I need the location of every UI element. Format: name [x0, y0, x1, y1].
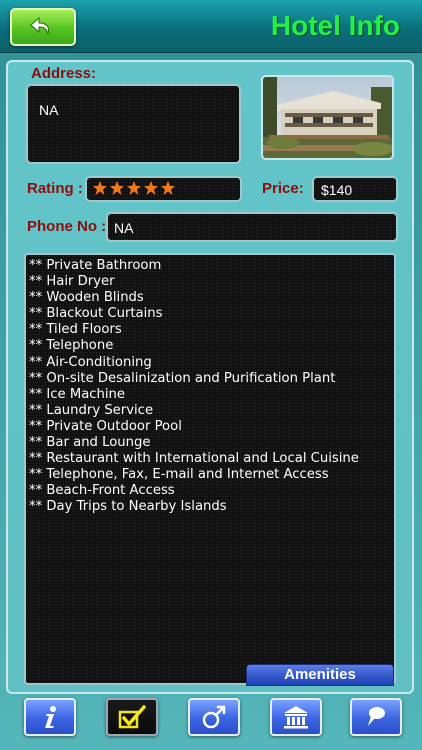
phone-value: NA [114, 220, 134, 236]
address-field: NA [26, 84, 241, 164]
list-item: ** Telephone, Fax, E-mail and Internet A… [29, 467, 329, 483]
tab-amenities[interactable] [106, 698, 158, 736]
phone-label: Phone No : [27, 218, 107, 235]
list-item: ** Tiled Floors [29, 322, 122, 338]
hotel-building-image [263, 77, 392, 158]
hotel-photo[interactable] [261, 75, 394, 160]
list-item: ** Beach-Front Access [29, 483, 175, 499]
list-item: ** Laundry Service [29, 402, 154, 418]
pushpin-icon [368, 707, 385, 726]
rating-stars [92, 180, 176, 196]
list-item: ** Hair Dryer [29, 274, 115, 290]
star-icon [144, 181, 158, 195]
star-icon [93, 181, 107, 195]
address-value: NA [39, 102, 59, 118]
info-icon [45, 706, 56, 728]
list-item: ** Day Trips to Nearby Islands [29, 499, 227, 515]
star-icon [127, 181, 141, 195]
list-item: ** Private Outdoor Pool [29, 418, 182, 434]
top-navigation-bar: Hotel Info [0, 0, 422, 53]
address-label: Address: [31, 65, 97, 82]
star-icon [110, 181, 124, 195]
tab-map[interactable] [350, 698, 402, 736]
checkmark-icon [118, 705, 146, 729]
list-item: ** Air-Conditioning [29, 354, 152, 370]
list-item: ** Private Bathroom [29, 258, 162, 273]
list-item: ** Ice Machine [29, 386, 126, 402]
list-item: ** Telephone [29, 338, 114, 354]
list-item: ** Bar and Lounge [29, 435, 151, 451]
back-button[interactable] [10, 8, 76, 46]
bank-building-icon [284, 706, 308, 729]
male-symbol-icon [202, 705, 226, 729]
tab-info[interactable] [24, 698, 76, 736]
amenities-tab-label[interactable]: Amenities [246, 664, 394, 686]
amenities-list: ** Private Bathroom ** Hair Dryer ** Woo… [26, 255, 394, 516]
list-item: ** Blackout Curtains [29, 306, 163, 322]
list-item: ** On-site Desalinization and Purificati… [29, 370, 336, 386]
back-arrow-icon [30, 16, 49, 35]
price-field: $140 [312, 176, 398, 202]
page-title: Hotel Info [270, 10, 400, 41]
tab-bank[interactable] [270, 698, 322, 736]
phone-field: NA [106, 212, 398, 242]
list-item: ** Restaurant with International and Loc… [29, 451, 359, 467]
star-icon [161, 181, 175, 195]
price-value: $140 [321, 182, 353, 198]
list-item: ** Wooden Blinds [29, 290, 144, 306]
tab-gender[interactable] [188, 698, 240, 736]
amenities-list-box[interactable]: ** Private Bathroom ** Hair Dryer ** Woo… [24, 253, 396, 685]
price-label: Price: [262, 180, 304, 197]
bottom-tab-bar [0, 694, 422, 750]
rating-label: Rating : [27, 180, 83, 197]
